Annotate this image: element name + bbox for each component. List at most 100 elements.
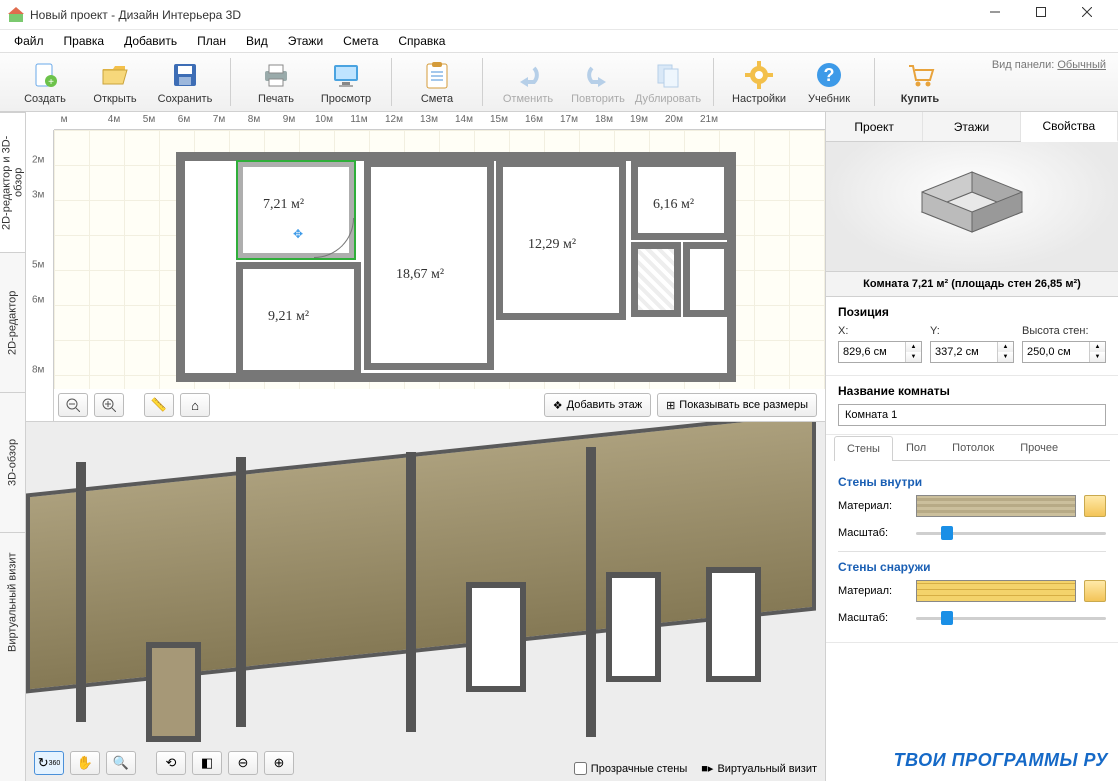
room-selected[interactable]: 7,21 м² ✥ [236, 160, 356, 260]
settings-button[interactable]: Настройки [724, 54, 794, 110]
plan-toolbar-right: ❖Добавить этаж ⊞Показывать все размеры [544, 393, 817, 417]
room-3d-preview [826, 142, 1118, 272]
tab-floors[interactable]: Этажи [923, 112, 1020, 141]
material-inside-browse[interactable] [1084, 495, 1106, 517]
material-outside-swatch[interactable] [916, 580, 1076, 602]
render-toolbar: ↻360 ✋ 🔍 ⟲ ◧ ⊖ ⊕ [34, 751, 294, 775]
render-view[interactable]: ↻360 ✋ 🔍 ⟲ ◧ ⊖ ⊕ Прозрачные стены ■▸Вирт… [26, 422, 825, 781]
menu-estimate[interactable]: Смета [333, 32, 388, 50]
menu-edit[interactable]: Правка [54, 32, 115, 50]
pan-button[interactable]: ✋ [70, 751, 100, 775]
walls-outside-header: Стены снаружи [838, 560, 1106, 574]
maximize-button[interactable] [1018, 0, 1064, 27]
pos-x-input[interactable]: ▲▼ [838, 341, 922, 363]
gear-icon [743, 59, 775, 91]
window-title: Новый проект - Дизайн Интерьера 3D [30, 8, 972, 22]
plan-view[interactable]: м 4м 5м 6м 7м 8м 9м 10м 11м 12м 13м 14м … [26, 112, 825, 422]
virtual-visit-checkbox[interactable]: ■▸Виртуальный визит [701, 762, 817, 775]
top-view-button[interactable]: ◧ [192, 751, 222, 775]
menu-plan[interactable]: План [187, 32, 236, 50]
layers-icon: ❖ [553, 399, 563, 412]
print-button[interactable]: Печать [241, 54, 311, 110]
tutorial-button[interactable]: ?Учебник [794, 54, 864, 110]
printer-icon [260, 59, 292, 91]
measure-button[interactable]: 📏 [144, 393, 174, 417]
close-button[interactable] [1064, 0, 1110, 27]
menu-view[interactable]: Вид [236, 32, 278, 50]
subtab-floor[interactable]: Пол [893, 435, 939, 460]
tab-2d-3d[interactable]: 2D-редактор и 3D-обзор [0, 112, 25, 252]
render-options: Прозрачные стены ■▸Виртуальный визит [574, 762, 817, 775]
toolbar: +Создать Открыть Сохранить Печать Просмо… [0, 52, 1118, 112]
tab-virtual[interactable]: Виртуальный визит [0, 532, 25, 672]
pos-y-input[interactable]: ▲▼ [930, 341, 1014, 363]
wall-height-input[interactable]: ▲▼ [1022, 341, 1106, 363]
room-5[interactable]: 9,21 м² [236, 262, 361, 377]
monitor-icon [330, 59, 362, 91]
estimate-button[interactable]: Смета [402, 54, 472, 110]
preview-button[interactable]: Просмотр [311, 54, 381, 110]
room-3[interactable]: 12,29 м² [496, 160, 626, 320]
show-dims-button[interactable]: ⊞Показывать все размеры [657, 393, 817, 417]
zoom-out-render-button[interactable]: ⊖ [228, 751, 258, 775]
walls-inside-header: Стены внутри [838, 475, 1106, 489]
room-4[interactable]: 6,16 м² [631, 160, 731, 240]
orbit-button[interactable]: ↻360 [34, 751, 64, 775]
panel-mode-link[interactable]: Обычный [1057, 59, 1106, 71]
svg-text:?: ? [824, 65, 835, 85]
camera-icon: ■▸ [701, 762, 713, 775]
room-small-2[interactable] [683, 242, 731, 317]
reset-view-button[interactable]: ⟲ [156, 751, 186, 775]
create-button[interactable]: +Создать [10, 54, 80, 110]
room-name-input[interactable] [838, 404, 1106, 426]
svg-text:+: + [48, 77, 54, 88]
redo-icon [582, 59, 614, 91]
title-bar: Новый проект - Дизайн Интерьера 3D [0, 0, 1118, 30]
properties-panel: Проект Этажи Свойства Комната 7,21 м² (п… [826, 112, 1118, 781]
dims-icon: ⊞ [666, 399, 675, 412]
clipboard-icon [421, 59, 453, 91]
scale-inside-slider[interactable] [916, 523, 1106, 543]
menu-add[interactable]: Добавить [114, 32, 187, 50]
undo-icon [512, 59, 544, 91]
zoom-in-button[interactable] [94, 393, 124, 417]
room-small-1[interactable] [631, 242, 681, 317]
save-icon [169, 59, 201, 91]
redo-button[interactable]: Повторить [563, 54, 633, 110]
handle-icon[interactable]: ✥ [293, 227, 303, 241]
help-icon: ? [813, 59, 845, 91]
scale-outside-slider[interactable] [916, 608, 1106, 628]
subtab-walls[interactable]: Стены [834, 436, 893, 461]
menu-floors[interactable]: Этажи [278, 32, 333, 50]
room-2[interactable]: 18,67 м² [364, 160, 494, 370]
undo-button[interactable]: Отменить [493, 54, 563, 110]
buy-button[interactable]: Купить [885, 54, 955, 110]
minimize-button[interactable] [972, 0, 1018, 27]
menu-bar: Файл Правка Добавить План Вид Этажи Смет… [0, 30, 1118, 52]
home-button[interactable]: ⌂ [180, 393, 210, 417]
zoom-render-button[interactable]: 🔍 [106, 751, 136, 775]
subtab-ceiling[interactable]: Потолок [939, 435, 1007, 460]
transparent-walls-checkbox[interactable]: Прозрачные стены [574, 762, 687, 775]
cart-icon [904, 59, 936, 91]
view-tabs: 2D-редактор и 3D-обзор 2D-редактор 3D-об… [0, 112, 26, 781]
material-outside-browse[interactable] [1084, 580, 1106, 602]
tab-2d[interactable]: 2D-редактор [0, 252, 25, 392]
panel-mode-label: Вид панели: Обычный [992, 59, 1106, 71]
zoom-out-button[interactable] [58, 393, 88, 417]
add-floor-button[interactable]: ❖Добавить этаж [544, 393, 651, 417]
subtab-other[interactable]: Прочее [1007, 435, 1071, 460]
duplicate-button[interactable]: Дублировать [633, 54, 703, 110]
duplicate-icon [652, 59, 684, 91]
plan-toolbar-left: 📏 ⌂ [58, 393, 210, 417]
save-button[interactable]: Сохранить [150, 54, 220, 110]
zoom-in-render-button[interactable]: ⊕ [264, 751, 294, 775]
menu-file[interactable]: Файл [4, 32, 54, 50]
menu-help[interactable]: Справка [388, 32, 455, 50]
tab-properties[interactable]: Свойства [1021, 112, 1118, 142]
room-name-header: Название комнаты [838, 384, 1106, 398]
material-inside-swatch[interactable] [916, 495, 1076, 517]
tab-3d[interactable]: 3D-обзор [0, 392, 25, 532]
open-button[interactable]: Открыть [80, 54, 150, 110]
tab-project[interactable]: Проект [826, 112, 923, 141]
